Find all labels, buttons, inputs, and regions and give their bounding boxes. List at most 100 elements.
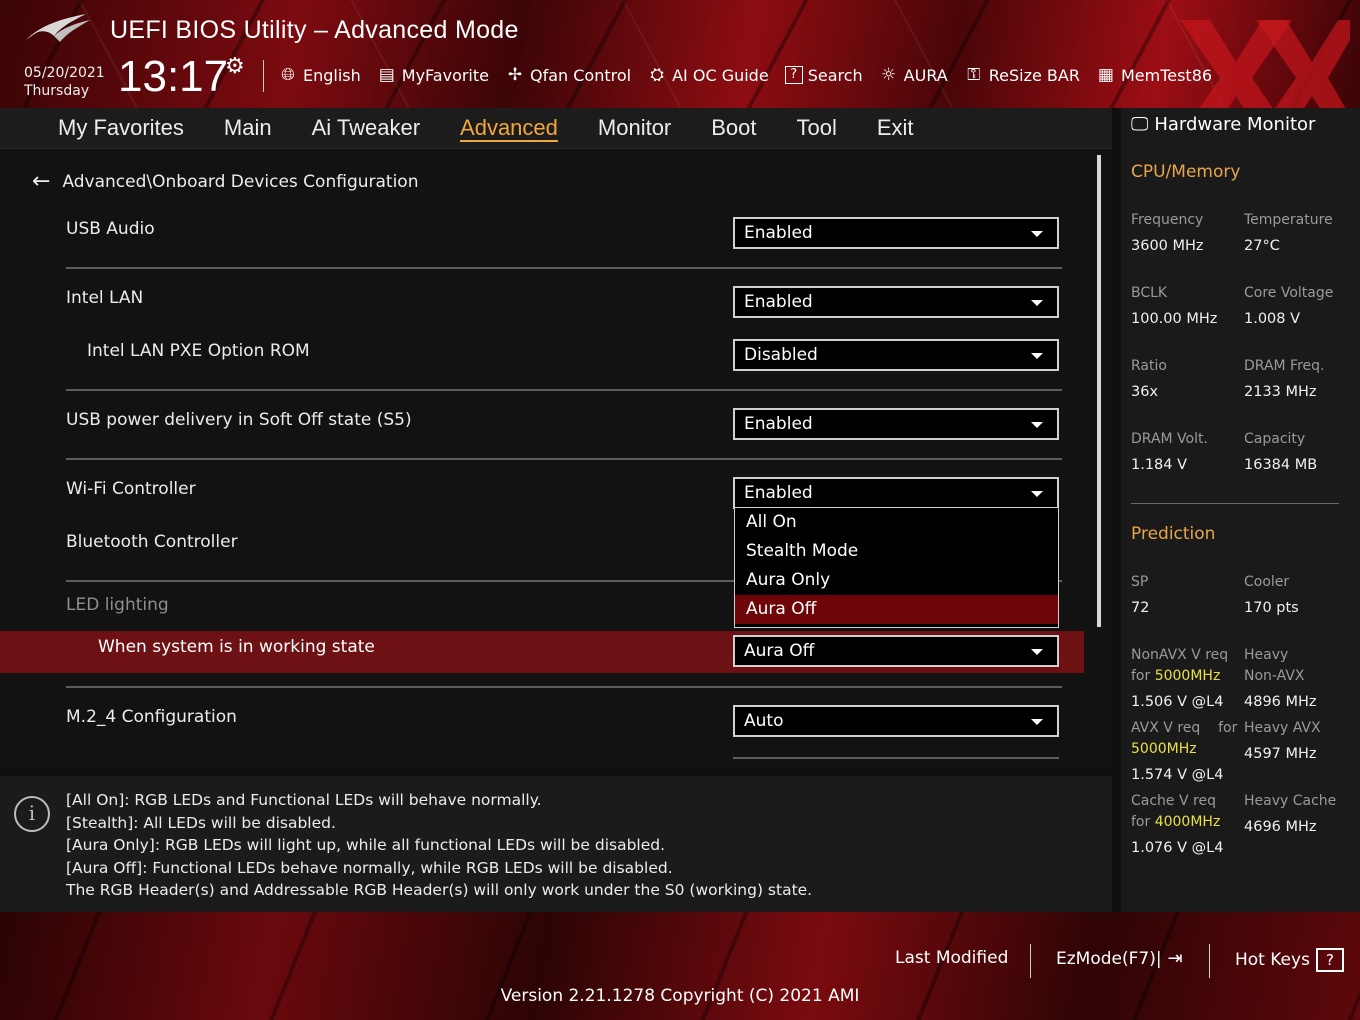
nonavx-freq: 5000MHz [1154,668,1221,684]
cooler-label: Cooler [1244,574,1290,590]
memtest-label: MemTest86 [1120,65,1213,85]
setting-label-intel-lan-pxe: Intel LAN PXE Option ROM [87,341,310,361]
chevron-down-icon [1031,649,1043,655]
app-title: UEFI BIOS Utility – Advanced Mode [110,16,519,44]
tab-main[interactable]: Main [224,115,272,141]
heavy-avx-label: Heavy AVX [1244,720,1321,736]
language-label: English [303,65,361,85]
option-all-on[interactable]: All On [735,508,1058,537]
hot-keys-button[interactable]: Hot Keys ? [1235,948,1344,972]
memory-icon: ▦ [1097,65,1114,85]
footer-divider [1030,944,1031,978]
heavy-nonavx-value: 4896 MHz [1244,694,1317,710]
nav-tabs: My Favorites Main Ai Tweaker Advanced Mo… [58,108,914,148]
day-text: Thursday [24,83,90,99]
tab-exit[interactable]: Exit [877,115,914,141]
tab-monitor[interactable]: Monitor [598,115,671,141]
usb-power-delivery-value: Enabled [744,414,813,434]
cache-label-line1: Cache V req [1131,793,1216,809]
tab-my-favorites[interactable]: My Favorites [58,115,184,141]
intel-lan-select[interactable]: Enabled [733,286,1059,318]
myfavorite-button[interactable]: ▤ MyFavorite [377,62,489,88]
rog-logo [26,14,90,42]
intel-lan-pxe-select[interactable]: Disabled [733,339,1059,371]
nonavx-label-line1: NonAVX V req [1131,647,1229,663]
help-line: [All On]: RGB LEDs and Functional LEDs w… [66,791,542,809]
monitor-icon: 🖵︎ [1131,114,1149,135]
working-state-value: Aura Off [744,641,815,661]
wifi-controller-select[interactable]: Enabled [733,477,1059,509]
section-label-led-lighting: LED lighting [66,595,169,615]
footer-divider [1209,944,1210,978]
vertical-scrollbar[interactable] [1097,155,1101,627]
last-modified-button[interactable]: Last Modified [895,948,1008,968]
help-text: [All On]: RGB LEDs and Functional LEDs w… [66,789,812,902]
tab-advanced[interactable]: Advanced [460,115,558,141]
cache-value: 1.076 V @L4 [1131,840,1224,856]
heavy-cache-label: Heavy Cache [1244,793,1337,809]
watermark-logo [1180,20,1350,108]
help-box: i [All On]: RGB LEDs and Functional LEDs… [0,776,1112,912]
dram-volt-value: 1.184 V [1131,457,1188,473]
bclk-label: BCLK [1131,285,1168,301]
tab-boot[interactable]: Boot [711,115,756,141]
nonavx-value: 1.506 V @L4 [1131,694,1224,710]
memtest-button[interactable]: ▦ MemTest86 [1096,62,1212,88]
ai-chip-icon: ⛭ [650,65,664,85]
frequency-value: 3600 MHz [1131,238,1204,254]
clock-display: 13:17 [118,52,229,101]
wifi-controller-value: Enabled [744,483,813,503]
ezmode-button[interactable]: EzMode(F7)| ⇥ [1056,948,1183,969]
help-line: [Aura Off]: Functional LEDs behave norma… [66,858,673,877]
divider [66,458,1062,460]
search-button[interactable]: ? Search [784,62,863,88]
option-aura-only[interactable]: Aura Only [735,566,1058,595]
tab-tool[interactable]: Tool [797,115,837,141]
capacity-value: 16384 MB [1244,457,1318,473]
cache-label: Cache V req for 4000MHz [1131,791,1220,833]
back-arrow-icon[interactable]: ← [32,169,50,194]
chevron-down-icon [1031,491,1043,497]
avx-for-text: for [1218,720,1238,736]
working-state-select[interactable]: Aura Off [733,635,1059,667]
clock-settings-gear-icon[interactable]: ⚙ [225,54,245,79]
resize-bar-button[interactable]: ⚿ ReSize BAR [964,62,1080,88]
wifi-dropdown-options: All On Stealth Mode Aura Only Aura Off [734,507,1059,628]
breadcrumb: ← Advanced\Onboard Devices Configuration [32,169,418,194]
hot-keys-label: Hot Keys [1235,950,1310,970]
tab-ai-tweaker[interactable]: Ai Tweaker [312,115,420,141]
heavy-cache-value: 4696 MHz [1244,819,1317,835]
heavy-nonavx-label: Heavy Non-AVX [1244,645,1305,687]
language-button[interactable]: 🌐︎ English [278,62,361,88]
ratio-label: Ratio [1131,358,1167,374]
info-icon: i [14,796,50,832]
nonavx-for-text: for [1131,668,1151,684]
option-stealth-mode[interactable]: Stealth Mode [735,537,1058,566]
option-aura-off[interactable]: Aura Off [735,595,1058,624]
capacity-label: Capacity [1244,431,1306,447]
divider [66,686,1062,688]
hardware-monitor-title: 🖵︎ Hardware Monitor [1131,114,1315,135]
ai-oc-guide-button[interactable]: ⛭ AI OC Guide [647,62,768,88]
cpu-memory-heading: CPU/Memory [1131,162,1241,182]
exit-to-ezmode-icon: ⇥ [1167,948,1183,969]
footer-bar: Last Modified EzMode(F7)| ⇥ Hot Keys ? V… [0,912,1360,1020]
chevron-down-icon [1031,231,1043,237]
chevron-down-icon [1031,300,1043,306]
avx-label-text: AVX V req [1131,720,1201,736]
nonavx-label-line2: for 5000MHz [1131,666,1228,687]
dram-volt-label: DRAM Volt. [1131,431,1208,447]
qfan-control-button[interactable]: ✢ Qfan Control [505,62,631,88]
version-text: Version 2.21.1278 Copyright (C) 2021 AMI [500,986,860,1006]
avx-label: AVX V req for 5000MHz [1131,718,1237,760]
divider [66,267,1062,269]
temperature-value: 27°C [1244,238,1280,254]
aura-button[interactable]: ☼ AURA [879,62,948,88]
avx-freq: 5000MHz [1131,741,1197,757]
search-label: Search [807,65,863,85]
myfavorite-label: MyFavorite [401,65,489,85]
usb-power-delivery-select[interactable]: Enabled [733,408,1059,440]
resize-bar-icon: ⚿ [967,65,981,85]
usb-audio-select[interactable]: Enabled [733,217,1059,249]
m2-4-configuration-select[interactable]: Auto [733,705,1059,737]
